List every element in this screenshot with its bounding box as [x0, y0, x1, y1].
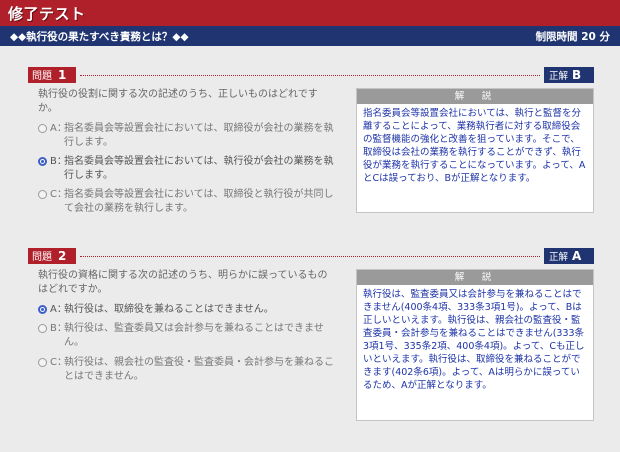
- explanation-text: 執行役は、監査委員又は会計参与を兼ねることはできません(400条4項、333条3…: [363, 289, 585, 391]
- question-2-explanation: 解 説 執行役は、監査委員又は会計参与を兼ねることはできません(400条4項、3…: [356, 269, 594, 421]
- radio-button[interactable]: [38, 190, 47, 199]
- question-1-option-c[interactable]: C： 指名委員会等設置会社においては、取締役と執行役が共同して会社の業務を執行し…: [38, 188, 338, 216]
- time-limit: 制限時間 20 分: [535, 31, 610, 43]
- question-2-correct-answer: 正解 A: [544, 248, 594, 264]
- question-2-number: 2: [58, 249, 67, 263]
- radio-button[interactable]: [38, 358, 47, 367]
- radio-button-selected[interactable]: [38, 305, 47, 314]
- radio-button[interactable]: [38, 324, 47, 333]
- question-1-number: 1: [58, 68, 67, 82]
- question-1-option-b[interactable]: B： 指名委員会等設置会社においては、執行役が会社の業務を執行します。: [38, 155, 338, 183]
- radio-button-selected[interactable]: [38, 157, 47, 166]
- title-bar: 修了テスト: [0, 0, 620, 26]
- question-header-bar: ◆◆執行役の果たすべき責務とは？◆◆ 制限時間 20 分: [0, 26, 620, 46]
- divider: [80, 75, 540, 76]
- app-title: 修了テスト: [8, 5, 86, 23]
- test-question-title: ◆◆執行役の果たすべき責務とは？◆◆: [10, 31, 189, 43]
- question-2-option-b[interactable]: B： 執行役は、監査委員又は会計参与を兼ねることはできません。: [38, 322, 338, 350]
- question-2-label: 問題 2: [28, 248, 76, 264]
- question-2-prompt: 執行役の資格に関する次の記述のうち、明らかに誤っているものはどれですか。: [38, 270, 328, 295]
- explanation-header: 解 説: [357, 89, 593, 104]
- question-2-option-a[interactable]: A： 執行役は、取締役を兼ねることはできません。: [38, 303, 338, 317]
- divider: [80, 256, 540, 257]
- question-1-correct-answer: 正解 B: [544, 67, 594, 83]
- explanation-header: 解 説: [357, 270, 593, 285]
- question-1-label: 問題 1: [28, 67, 76, 83]
- radio-button[interactable]: [38, 124, 47, 133]
- question-1-explanation: 解 説 指名委員会等設置会社においては、執行と監督を分離することによって、業務執…: [356, 88, 594, 213]
- question-1-prompt: 執行役の役割に関する次の記述のうち、正しいものはどれですか。: [38, 89, 318, 114]
- question-2-option-c[interactable]: C： 執行役は、親会社の監査役・監査委員・会計参与を兼ねることはできません。: [38, 356, 338, 384]
- question-1-option-a[interactable]: A： 指名委員会等設置会社においては、取締役が会社の業務を執行します。: [38, 122, 338, 150]
- explanation-text: 指名委員会等設置会社においては、執行と監督を分離することによって、業務執行者に対…: [363, 108, 586, 184]
